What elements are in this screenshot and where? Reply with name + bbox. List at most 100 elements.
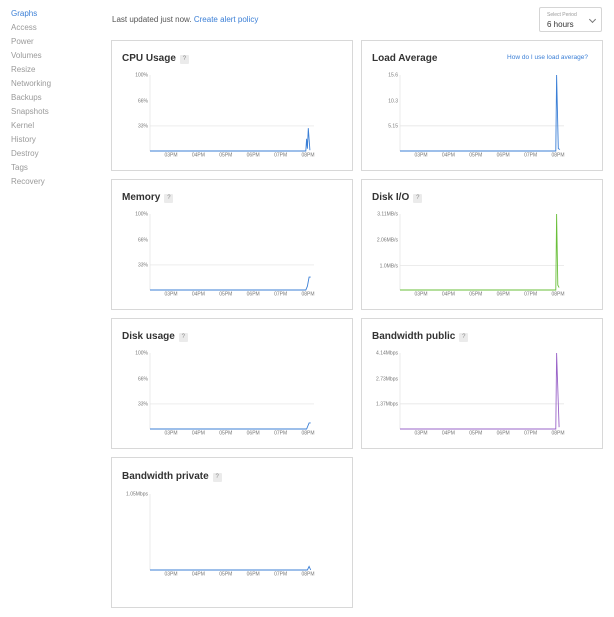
sidebar-item-tags[interactable]: Tags (11, 161, 91, 175)
x-tick-label: 04PM (442, 431, 455, 437)
x-tick-label: 03PM (164, 572, 177, 578)
period-select-value: 6 hours (547, 20, 574, 29)
x-tick-label: 06PM (497, 431, 510, 437)
graph-title: Disk usage (122, 331, 175, 342)
x-tick-label: 05PM (469, 292, 482, 298)
x-tick-label: 03PM (164, 292, 177, 298)
graph-title: Bandwidth private (122, 471, 209, 482)
y-tick-label: 33% (138, 124, 149, 130)
x-tick-label: 03PM (414, 431, 427, 437)
sidebar-item-resize[interactable]: Resize (11, 63, 91, 77)
series-line (150, 565, 312, 571)
graph-title: Load Average (372, 53, 438, 64)
x-tick-label: 07PM (524, 292, 537, 298)
update-status: Last updated just now. Create alert poli… (112, 15, 258, 24)
graph-card-bandwidth-private: Bandwidth private? 1.05Mbps690kbps350kbp… (111, 457, 353, 608)
sidebar-item-power[interactable]: Power (11, 35, 91, 49)
help-icon[interactable]: ? (164, 194, 174, 203)
sidebar-item-backups[interactable]: Backups (11, 91, 91, 105)
y-tick-label: 100% (135, 351, 148, 357)
help-icon[interactable]: ? (413, 194, 423, 203)
x-tick-label: 06PM (497, 153, 510, 159)
graph-card-bandwidth-public: Bandwidth public? 4.14Mbps 2.73Mbps 1.37Mb… (361, 318, 603, 449)
graph-card-disk-io: Disk I/O? 3.11MB/s 2.06MB/s 1.0MB/s 03PM 04P… (361, 179, 603, 310)
x-tick-label: 03PM (414, 292, 427, 298)
x-tick-label: 05PM (219, 431, 232, 437)
x-tick-label: 04PM (442, 292, 455, 298)
x-tick-label: 08PM (551, 431, 564, 437)
chevron-down-icon (588, 15, 597, 24)
sidebar-item-volumes[interactable]: Volumes (11, 49, 91, 63)
x-tick-label: 04PM (192, 572, 205, 578)
cpu-usage-chart: 100% 66% 33% 03PM 04PM 05PM 06PM 07PM 08PM (135, 73, 314, 159)
help-icon[interactable]: ? (178, 333, 188, 342)
x-tick-label: 04PM (192, 153, 205, 159)
x-tick-label: 06PM (247, 153, 260, 159)
y-tick-label: 2.73Mbps (376, 377, 398, 383)
sidebar-item-snapshots[interactable]: Snapshots (11, 105, 91, 119)
x-tick-label: 06PM (497, 292, 510, 298)
x-tick-label: 03PM (414, 153, 427, 159)
sidebar-item-graphs[interactable]: Graphs (11, 7, 91, 21)
x-tick-label: 08PM (301, 292, 314, 298)
x-tick-label: 04PM (442, 153, 455, 159)
disk-io-chart: 3.11MB/s 2.06MB/s 1.0MB/s 03PM 04PM 05PM 06PM 0… (377, 212, 565, 298)
y-tick-label: 4.14Mbps (376, 351, 398, 357)
sidebar-item-recovery[interactable]: Recovery (11, 175, 91, 189)
x-tick-label: 08PM (551, 292, 564, 298)
graph-title: Disk I/O (372, 192, 410, 203)
y-tick-label: 33% (138, 402, 149, 408)
x-tick-label: 07PM (524, 431, 537, 437)
load-average-chart: 15.6 10.3 5.15 03PM 04PM 05PM 06PM 07PM 08PM (388, 73, 564, 159)
sidebar-item-history[interactable]: History (11, 133, 91, 147)
x-tick-label: 06PM (247, 431, 260, 437)
help-icon[interactable]: ? (459, 333, 469, 342)
x-tick-label: 05PM (469, 153, 482, 159)
series-line (400, 352, 560, 430)
y-tick-label: 66% (138, 238, 149, 244)
x-tick-label: 07PM (274, 292, 287, 298)
sidebar-item-destroy[interactable]: Destroy (11, 147, 91, 161)
x-tick-label: 07PM (274, 572, 287, 578)
help-icon[interactable]: ? (212, 473, 222, 482)
y-tick-label: 100% (135, 73, 148, 79)
series-line (150, 422, 311, 430)
graph-title: CPU Usage (122, 53, 176, 64)
y-tick-label: 5.15 (388, 124, 398, 130)
y-tick-label: 3.11MB/s (377, 212, 398, 218)
sidebar-item-access[interactable]: Access (11, 21, 91, 35)
series-line (400, 213, 560, 291)
x-tick-label: 05PM (219, 292, 232, 298)
period-select[interactable]: Select Period 6 hours (539, 7, 602, 32)
y-tick-label: 15.6 (388, 73, 398, 79)
x-tick-label: 08PM (301, 431, 314, 437)
x-tick-label: 07PM (274, 431, 287, 437)
series-line (150, 128, 311, 152)
x-tick-label: 06PM (247, 572, 260, 578)
x-tick-label: 08PM (551, 153, 564, 159)
series-line (400, 74, 561, 152)
sidebar-item-networking[interactable]: Networking (11, 77, 91, 91)
graph-title: Memory (122, 192, 161, 203)
help-icon[interactable]: ? (179, 55, 189, 64)
last-updated-text: Last updated just now. (112, 15, 192, 24)
disk-usage-chart: 100% 66% 33% 03PM 04PM 05PM 06PM 07PM 08PM (135, 351, 314, 437)
series-line (150, 276, 311, 291)
y-tick-label: 10.3 (388, 99, 398, 105)
y-tick-label: 100% (135, 212, 148, 218)
x-tick-label: 08PM (301, 153, 314, 159)
graph-card-memory: Memory? 100% 66% 33% 03PM 04PM 05PM 06PM 07PM 08… (111, 179, 353, 310)
graph-card-cpu-usage: CPU Usage? 100% 66% 33% 03PM 04PM 05PM 06PM 07P… (111, 40, 353, 171)
sidebar-item-kernel[interactable]: Kernel (11, 119, 91, 133)
y-tick-label: 66% (138, 377, 149, 383)
create-alert-policy-link[interactable]: Create alert policy (194, 15, 258, 24)
sidebar-nav: Graphs Access Power Volumes Resize Netwo… (11, 7, 91, 189)
load-average-help-link[interactable]: How do I use load average? (507, 54, 588, 61)
x-tick-label: 06PM (247, 292, 260, 298)
y-tick-label: 1.05Mbps (126, 492, 148, 498)
x-tick-label: 07PM (524, 153, 537, 159)
graph-title: Bandwidth public (372, 331, 456, 342)
y-tick-label: 66% (138, 99, 149, 105)
y-tick-label: 33% (138, 263, 149, 269)
y-tick-label: 2.06MB/s (377, 237, 399, 243)
